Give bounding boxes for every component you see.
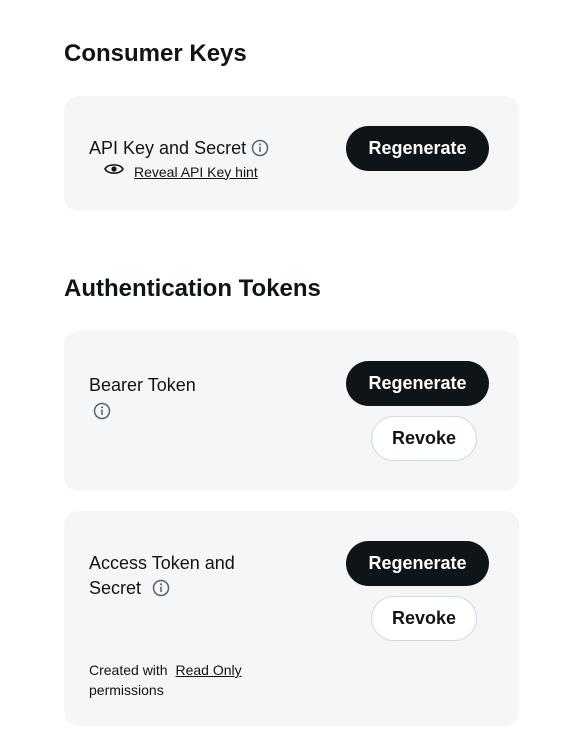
- revoke-access-token-button[interactable]: Revoke: [371, 596, 477, 641]
- info-icon[interactable]: [152, 579, 170, 597]
- bearer-token-label: Bearer Token: [89, 375, 196, 395]
- access-token-label-line2: Secret: [89, 578, 142, 598]
- info-icon[interactable]: [93, 402, 111, 420]
- permissions-text: permissions: [89, 682, 164, 698]
- created-with-row: Created with Read Only: [89, 660, 242, 680]
- api-key-card: API Key and Secret Reveal API Key hint R…: [64, 96, 519, 211]
- eye-icon: [104, 162, 124, 181]
- api-key-label-row: API Key and Secret: [89, 136, 269, 161]
- access-token-card: Access Token and Secret Regenerate Revok…: [64, 511, 519, 726]
- reveal-api-key-row: Reveal API Key hint: [104, 162, 258, 181]
- regenerate-bearer-token-button[interactable]: Regenerate: [346, 361, 489, 406]
- created-with-text: Created with: [89, 662, 168, 678]
- regenerate-api-key-button[interactable]: Regenerate: [346, 126, 489, 171]
- access-token-label-line2-row: Secret: [89, 576, 170, 601]
- access-token-label-line1: Access Token and: [89, 553, 235, 573]
- read-only-link[interactable]: Read Only: [175, 662, 241, 678]
- revoke-bearer-token-button[interactable]: Revoke: [371, 416, 477, 461]
- consumer-keys-heading: Consumer Keys: [64, 40, 247, 67]
- api-key-label: API Key and Secret: [89, 138, 247, 158]
- reveal-api-key-link[interactable]: Reveal API Key hint: [134, 164, 258, 180]
- authentication-tokens-heading: Authentication Tokens: [64, 275, 321, 302]
- bearer-token-card: Bearer Token Regenerate Revoke: [64, 331, 519, 491]
- info-icon[interactable]: [251, 139, 269, 157]
- regenerate-access-token-button[interactable]: Regenerate: [346, 541, 489, 586]
